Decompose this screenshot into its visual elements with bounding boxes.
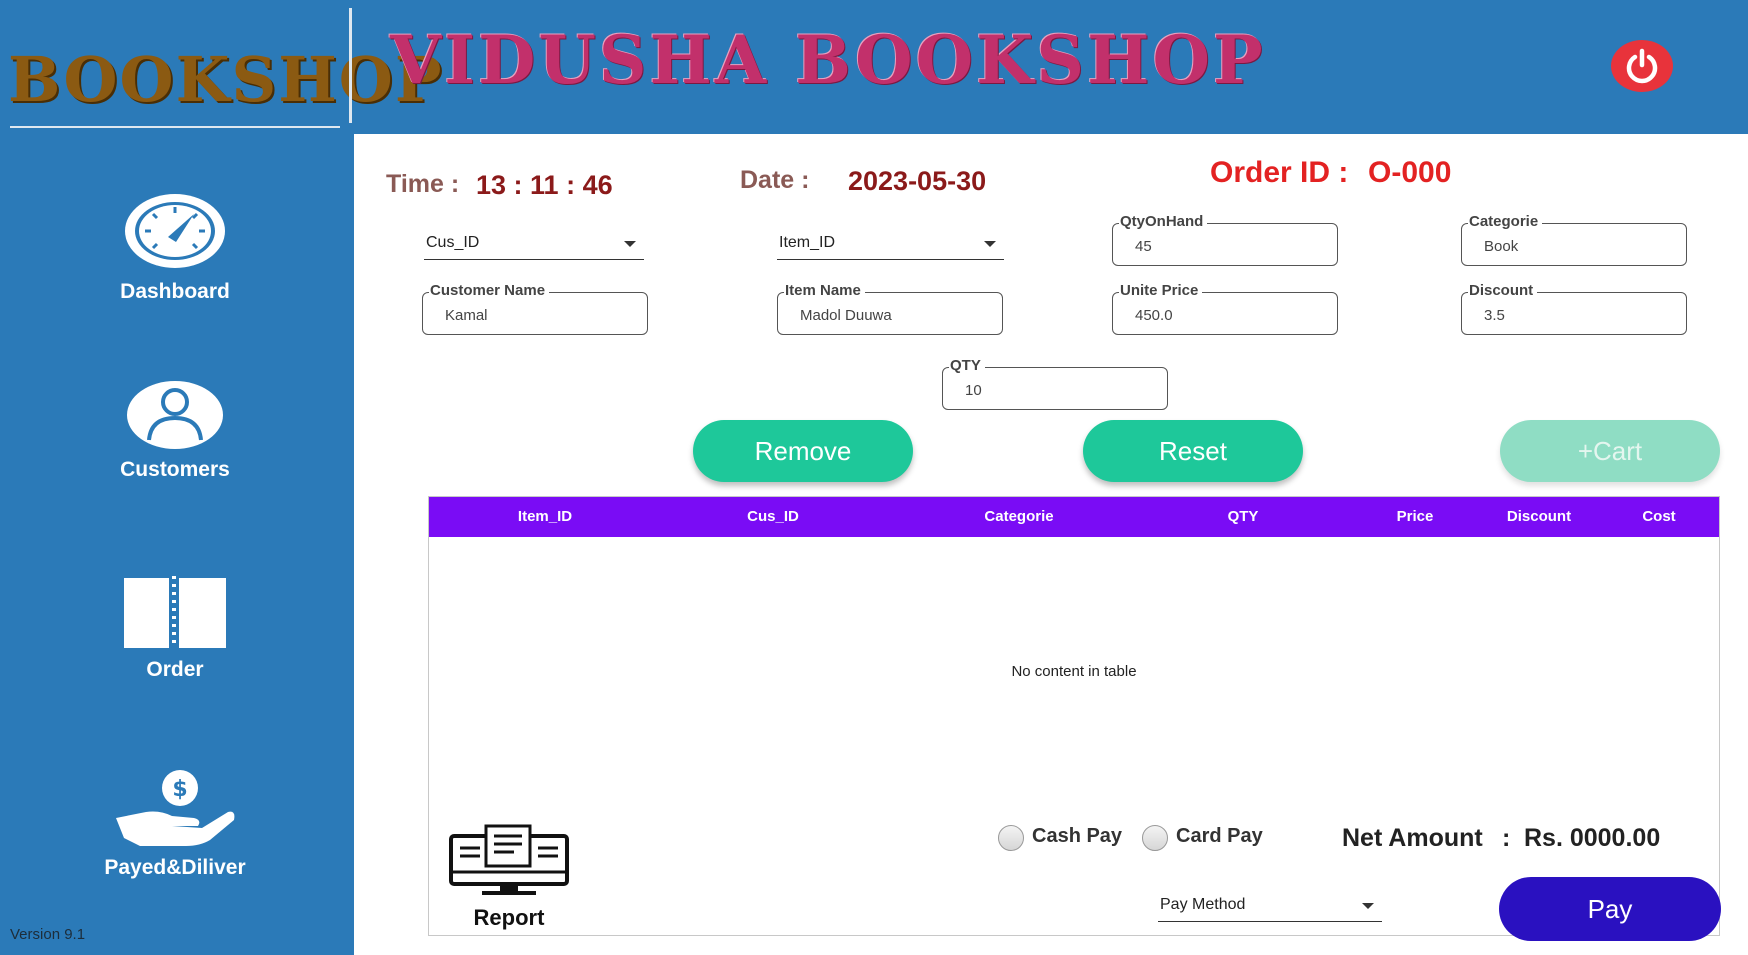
column-header-categorie[interactable]: Categorie [939,497,1099,537]
sidebar-item-label: Dashboard [120,280,230,303]
speedometer-icon [125,194,225,268]
customer-name-label: Customer Name [429,282,550,299]
qty-on-hand-field[interactable]: QtyOnHand 45 [1112,213,1338,266]
report-button[interactable]: Report [444,824,574,931]
sidebar-item-label: Payed&Diliver [104,856,246,879]
header-divider [349,8,352,123]
discount-value: 3.5 [1484,307,1505,324]
order-id-label: Order ID : [1210,156,1349,189]
add-to-cart-button[interactable]: +Cart [1500,420,1720,482]
radio-circle[interactable] [998,825,1024,851]
table-empty-message: No content in table [1011,663,1137,680]
pay-method-combo[interactable]: Pay Method [1158,892,1382,922]
item-name-label: Item Name [784,282,865,299]
sidebar-item-label: Customers [120,458,230,481]
item-name-field[interactable]: Item Name Madol Duuwa [777,282,1003,335]
item-name-value: Madol Duuwa [800,307,892,324]
chevron-down-icon [1362,903,1374,909]
card-pay-label: Card Pay [1176,825,1263,847]
customer-name-field[interactable]: Customer Name Kamal [422,282,648,335]
cash-pay-label: Cash Pay [1032,825,1123,847]
qty-value: 10 [965,382,982,399]
categorie-field[interactable]: Categorie Book [1461,213,1687,266]
bookshop-logo: BOOKSHOP [8,43,444,116]
item-id-value: Item_ID [779,234,836,251]
sidebar-item-payed-diliver[interactable]: $ Payed&Diliver [60,768,290,880]
order-panel: Time : 13 : 11 : 46 Date : 2023-05-30 Or… [354,134,1748,955]
reset-button[interactable]: Reset [1083,420,1303,482]
cus-id-value: Cus_ID [426,234,480,251]
unite-price-value: 450.0 [1135,307,1173,324]
report-icon [449,824,569,895]
book-icon [124,572,226,650]
categorie-label: Categorie [1468,213,1543,230]
power-button[interactable] [1611,40,1673,92]
unite-price-label: Unite Price [1119,282,1203,299]
table-header: Item_ID Cus_ID Categorie QTY Price Disco… [429,497,1719,537]
chevron-down-icon [984,241,996,247]
dollar-hand-icon: $ [116,770,235,846]
order-id-value: O-000 [1368,156,1452,189]
remove-button[interactable]: Remove [693,420,913,482]
version-text: Version 9.1 [10,926,86,943]
cus-id-combo[interactable]: Cus_ID [424,230,644,260]
brand-title: VIDUSHA BOOKSHOP [390,21,1266,99]
sidebar: BOOKSHOP Dashboard Customers Order $ Pay… [0,0,444,955]
report-label: Report [473,905,545,930]
date-value: 2023-05-30 [848,166,987,196]
sidebar-item-dashboard[interactable]: Dashboard [60,190,290,304]
svg-text:$: $ [172,777,187,802]
column-header-cus-id[interactable]: Cus_ID [703,497,843,537]
customer-name-value: Kamal [445,307,488,324]
time-label: Time : [386,170,460,198]
logo-divider [10,126,340,128]
sidebar-item-label: Order [146,658,204,681]
net-amount-value: Rs. 0000.00 [1524,824,1661,852]
column-header-item-id[interactable]: Item_ID [475,497,615,537]
discount-label: Discount [1468,282,1538,299]
column-header-cost[interactable]: Cost [1609,497,1709,537]
power-icon [1626,48,1658,84]
qty-label: QTY [949,357,985,374]
item-id-combo[interactable]: Item_ID [777,230,1004,260]
radio-circle[interactable] [1142,825,1168,851]
sidebar-item-customers[interactable]: Customers [60,380,290,482]
order-table[interactable]: Item_ID Cus_ID Categorie QTY Price Disco… [428,496,1720,936]
net-amount-label: Net Amount [1342,824,1483,852]
chevron-down-icon [624,241,636,247]
pay-button[interactable]: Pay [1499,877,1721,941]
unite-price-field[interactable]: Unite Price 450.0 [1112,282,1338,335]
discount-field[interactable]: Discount 3.5 [1461,282,1687,335]
time-value: 13 : 11 : 46 [476,170,613,200]
net-amount-colon: : [1502,824,1511,852]
user-icon [127,381,223,449]
qty-field[interactable]: QTY 10 [942,357,1168,410]
date-label: Date : [740,166,810,194]
qty-on-hand-value: 45 [1135,238,1152,255]
column-header-qty[interactable]: QTY [1203,497,1283,537]
column-header-price[interactable]: Price [1365,497,1465,537]
qty-on-hand-label: QtyOnHand [1119,213,1208,230]
sidebar-item-order[interactable]: Order [60,572,290,682]
column-header-discount[interactable]: Discount [1479,497,1599,537]
categorie-value: Book [1484,238,1519,255]
pay-method-value: Pay Method [1160,896,1246,913]
